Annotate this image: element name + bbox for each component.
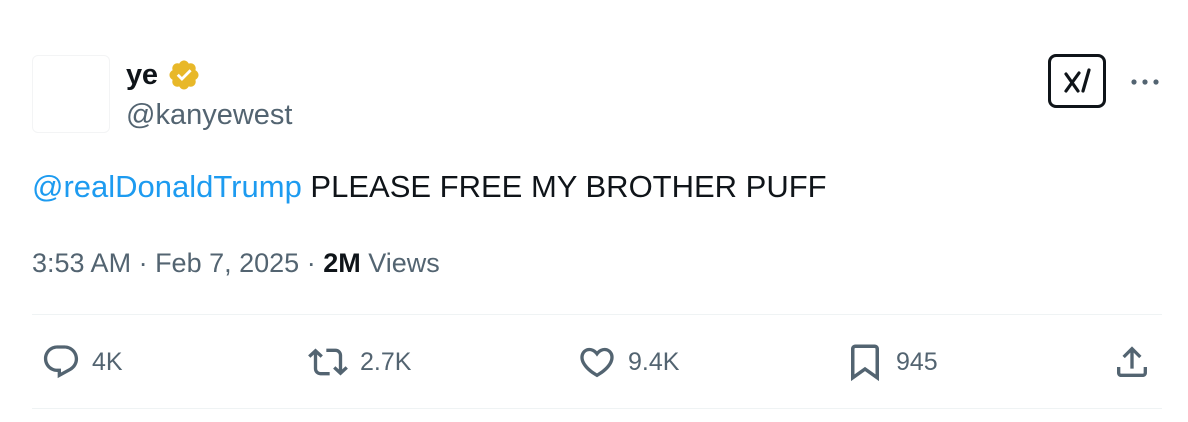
share-icon — [1117, 346, 1147, 377]
bookmark-icon — [851, 344, 879, 382]
tweet-card: ye @kanyewest @realDonaldTrump PLEASE FR… — [0, 0, 1188, 422]
reply-icon — [43, 345, 79, 379]
verified-badge-icon — [169, 60, 199, 90]
repost-icon — [308, 348, 348, 376]
share-button[interactable] — [1112, 340, 1152, 384]
user-handle[interactable]: @kanyewest — [126, 98, 292, 132]
tweet-meta: 3:53 AM · Feb 7, 2025 · 2M Views — [32, 246, 440, 280]
reply-button[interactable]: 4K — [40, 340, 123, 384]
views-label: Views — [360, 248, 440, 278]
tweet-text: @realDonaldTrump PLEASE FREE MY BROTHER … — [32, 168, 827, 206]
like-button[interactable]: 9.4K — [576, 340, 679, 384]
repost-button[interactable]: 2.7K — [306, 340, 411, 384]
tweet-date[interactable]: Feb 7, 2025 — [155, 248, 299, 278]
meta-separator: · — [131, 248, 156, 278]
grok-button[interactable] — [1048, 54, 1106, 108]
reply-count: 4K — [92, 348, 123, 376]
divider — [32, 314, 1162, 315]
views-count: 2M — [323, 248, 361, 278]
more-icon[interactable] — [1128, 70, 1162, 94]
divider — [32, 408, 1162, 409]
display-name[interactable]: ye — [126, 58, 158, 92]
tweet-time[interactable]: 3:53 AM — [32, 248, 131, 278]
like-count: 9.4K — [628, 348, 680, 376]
grok-icon — [1064, 68, 1091, 93]
repost-count: 2.7K — [360, 348, 412, 376]
mention-link[interactable]: @realDonaldTrump — [32, 169, 302, 204]
meta-separator: · — [299, 248, 324, 278]
bookmark-count: 945 — [896, 348, 938, 376]
avatar[interactable] — [32, 55, 110, 133]
bookmark-button[interactable]: 945 — [844, 340, 938, 384]
heart-icon — [580, 347, 614, 378]
tweet-body: PLEASE FREE MY BROTHER PUFF — [301, 169, 827, 204]
